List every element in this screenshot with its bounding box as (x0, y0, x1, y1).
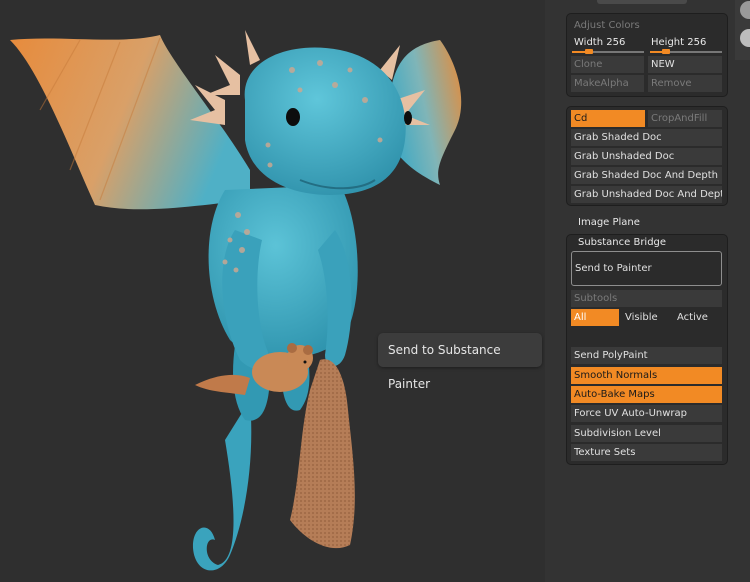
canvas-viewport[interactable]: Send to Substance Painter (0, 0, 545, 582)
subtools-active-button[interactable]: Active (674, 309, 722, 326)
right-eye (404, 111, 412, 125)
make-alpha-button[interactable]: MakeAlpha (571, 75, 644, 92)
tail (192, 400, 252, 571)
send-polypaint-toggle[interactable]: Send PolyPaint (571, 347, 722, 364)
height-label: Height 256 (651, 37, 707, 48)
remove-button[interactable]: Remove (648, 75, 722, 92)
grab-shaded-doc-button[interactable]: Grab Shaded Doc (571, 129, 722, 146)
adjust-colors-button[interactable]: Adjust Colors (571, 17, 722, 34)
material-sphere-icon[interactable] (735, 0, 750, 60)
grab-unshaded-doc-button[interactable]: Grab Unshaded Doc (571, 148, 722, 165)
left-eye (286, 108, 300, 126)
texture-sets-button[interactable]: Texture Sets (571, 444, 722, 461)
subtools-visible-button[interactable]: Visible (622, 309, 670, 326)
auto-bake-maps-toggle[interactable]: Auto-Bake Maps (571, 386, 722, 403)
subdivision-level-slider[interactable]: Subdivision Level (571, 425, 722, 442)
grab-shaded-doc-depth-button[interactable]: Grab Shaded Doc And Depth (571, 167, 722, 184)
smooth-normals-toggle[interactable]: Smooth Normals (571, 367, 722, 384)
grab-unshaded-doc-depth-button[interactable]: Grab Unshaded Doc And Depth (571, 186, 722, 203)
send-to-painter-button[interactable]: Send to Painter (571, 251, 722, 286)
width-label: Width 256 (574, 37, 626, 48)
new-button[interactable]: NEW (648, 56, 722, 73)
cd-button[interactable]: Cd (571, 110, 645, 127)
subtools-label: Subtools (571, 290, 722, 307)
clone-button[interactable]: Clone (571, 56, 644, 73)
substance-bridge-header[interactable]: Substance Bridge (578, 237, 666, 248)
panel-top-button[interactable] (597, 0, 687, 4)
axolotl-dragon-model[interactable] (0, 0, 545, 582)
height-slider-handle[interactable] (662, 49, 670, 54)
crop-and-fill-button[interactable]: CropAndFill (648, 110, 722, 127)
tooltip: Send to Substance Painter (378, 333, 542, 391)
subtools-all-button[interactable]: All (571, 309, 619, 326)
force-uv-auto-unwrap-toggle[interactable]: Force UV Auto-Unwrap (571, 405, 722, 422)
image-plane-header[interactable]: Image Plane (578, 217, 640, 228)
width-slider-handle[interactable] (585, 49, 593, 54)
